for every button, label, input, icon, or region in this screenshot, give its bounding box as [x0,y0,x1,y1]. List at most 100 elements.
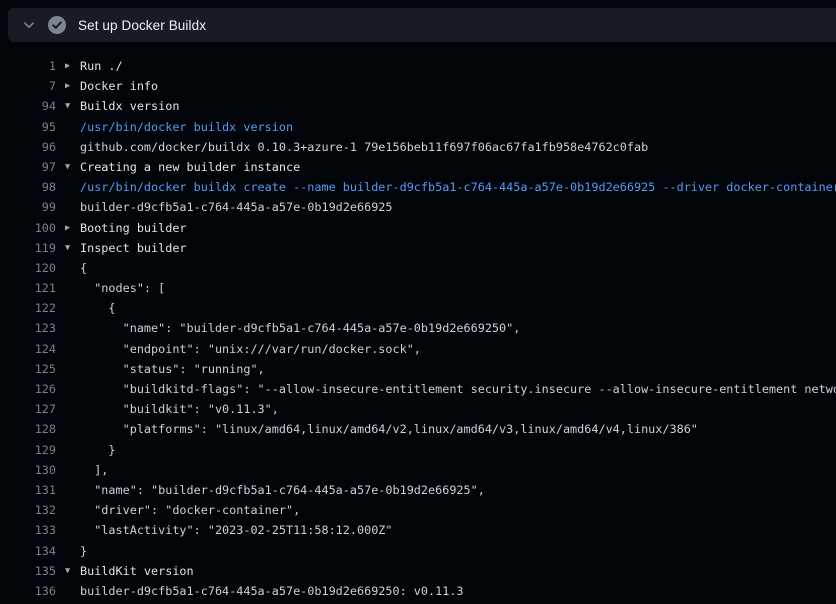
group-toggle-icon [56,177,80,197]
line-number[interactable]: 94 [0,96,56,116]
line-number[interactable]: 99 [0,197,56,217]
line-number[interactable]: 120 [0,258,56,278]
log-line[interactable]: 1 ▶ Run ./ [0,56,836,76]
group-toggle-icon [56,399,80,419]
group-toggle-icon[interactable]: ▶ [56,56,80,76]
line-number[interactable]: 95 [0,117,56,137]
log-line: 132 "driver": "docker-container", [0,500,836,520]
log-line-text: "driver": "docker-container", [80,500,300,520]
log-line-text: "nodes": [ [80,278,165,298]
line-number[interactable]: 136 [0,581,56,601]
log-line: 124 "endpoint": "unix:///var/run/docker.… [0,339,836,359]
group-toggle-icon [56,480,80,500]
line-number[interactable]: 100 [0,218,56,238]
log-line-text: Inspect builder [80,238,187,258]
group-toggle-icon [56,379,80,399]
log-line[interactable]: 100 ▶ Booting builder [0,218,836,238]
group-toggle-icon [56,541,80,561]
log-line: 129 } [0,440,836,460]
line-number[interactable]: 131 [0,480,56,500]
group-toggle-icon[interactable]: ▶ [56,218,80,238]
group-toggle-icon [56,460,80,480]
line-number[interactable]: 129 [0,440,56,460]
log-line-text: { [80,258,87,278]
log-line-text: } [80,541,87,561]
log-line-text: Run ./ [80,56,123,76]
log-line-text: "buildkitd-flags": "--allow-insecure-ent… [80,379,836,399]
log-line: 96 github.com/docker/buildx 0.10.3+azure… [0,137,836,157]
check-circle-icon [48,16,66,34]
log-line-text: ], [80,460,108,480]
log-line: 130 ], [0,460,836,480]
line-number[interactable]: 132 [0,500,56,520]
line-number[interactable]: 121 [0,278,56,298]
group-toggle-icon[interactable]: ▼ [56,561,80,581]
log-line: 128 "platforms": "linux/amd64,linux/amd6… [0,419,836,439]
log-line-text: builder-d9cfb5a1-c764-445a-a57e-0b19d2e6… [80,581,464,601]
group-toggle-icon [56,500,80,520]
line-number[interactable]: 119 [0,238,56,258]
step-title: Set up Docker Buildx [78,18,206,33]
line-number[interactable]: 127 [0,399,56,419]
log-line-text: Docker info [80,76,158,96]
log-line: 122 { [0,298,836,318]
log-line-text: "name": "builder-d9cfb5a1-c764-445a-a57e… [80,480,485,500]
group-toggle-icon [56,258,80,278]
group-toggle-icon [56,278,80,298]
log-line: 98 /usr/bin/docker buildx create --name … [0,177,836,197]
log-output: 1 ▶ Run ./ 7 ▶ Docker info 94 ▼ Buildx v… [0,42,836,604]
group-toggle-icon[interactable]: ▼ [56,96,80,116]
log-line[interactable]: 97 ▼ Creating a new builder instance [0,157,836,177]
log-line-text: "endpoint": "unix:///var/run/docker.sock… [80,339,421,359]
line-number[interactable]: 124 [0,339,56,359]
step-header[interactable]: Set up Docker Buildx [8,8,836,42]
group-toggle-icon [56,318,80,338]
log-line: 136 builder-d9cfb5a1-c764-445a-a57e-0b19… [0,581,836,601]
log-line[interactable]: 119 ▼ Inspect builder [0,238,836,258]
line-number[interactable]: 122 [0,298,56,318]
group-toggle-icon[interactable]: ▶ [56,76,80,96]
group-toggle-icon[interactable]: ▼ [56,157,80,177]
log-line[interactable]: 94 ▼ Buildx version [0,96,836,116]
line-number[interactable]: 1 [0,56,56,76]
line-number[interactable]: 134 [0,541,56,561]
log-line[interactable]: 7 ▶ Docker info [0,76,836,96]
group-toggle-icon [56,359,80,379]
log-line: 123 "name": "builder-d9cfb5a1-c764-445a-… [0,318,836,338]
log-line-text: "buildkit": "v0.11.3", [80,399,279,419]
group-toggle-icon[interactable]: ▼ [56,238,80,258]
group-toggle-icon [56,117,80,137]
group-toggle-icon [56,520,80,540]
line-number[interactable]: 97 [0,157,56,177]
log-line-text: "platforms": "linux/amd64,linux/amd64/v2… [80,419,698,439]
chevron-down-icon [22,18,36,32]
line-number[interactable]: 135 [0,561,56,581]
line-number[interactable]: 123 [0,318,56,338]
line-number[interactable]: 130 [0,460,56,480]
log-line-text: "name": "builder-d9cfb5a1-c764-445a-a57e… [80,318,520,338]
log-line-text: /usr/bin/docker buildx version [80,117,293,137]
log-line-text: Creating a new builder instance [80,157,300,177]
group-toggle-icon [56,419,80,439]
line-number[interactable]: 126 [0,379,56,399]
log-line-text: } [80,440,116,460]
line-number[interactable]: 133 [0,520,56,540]
log-line-text: github.com/docker/buildx 0.10.3+azure-1 … [80,137,648,157]
line-number[interactable]: 125 [0,359,56,379]
log-line[interactable]: 135 ▼ BuildKit version [0,561,836,581]
log-line: 131 "name": "builder-d9cfb5a1-c764-445a-… [0,480,836,500]
group-toggle-icon [56,581,80,601]
log-line: 134 } [0,541,836,561]
line-number[interactable]: 7 [0,76,56,96]
log-line-text: builder-d9cfb5a1-c764-445a-a57e-0b19d2e6… [80,197,393,217]
line-number[interactable]: 96 [0,137,56,157]
log-line: 99 builder-d9cfb5a1-c764-445a-a57e-0b19d… [0,197,836,217]
group-toggle-icon [56,339,80,359]
group-toggle-icon [56,137,80,157]
line-number[interactable]: 128 [0,419,56,439]
line-number[interactable]: 98 [0,177,56,197]
log-line: 120 { [0,258,836,278]
log-line-text: "status": "running", [80,359,265,379]
log-line-text: "lastActivity": "2023-02-25T11:58:12.000… [80,520,393,540]
group-toggle-icon [56,298,80,318]
